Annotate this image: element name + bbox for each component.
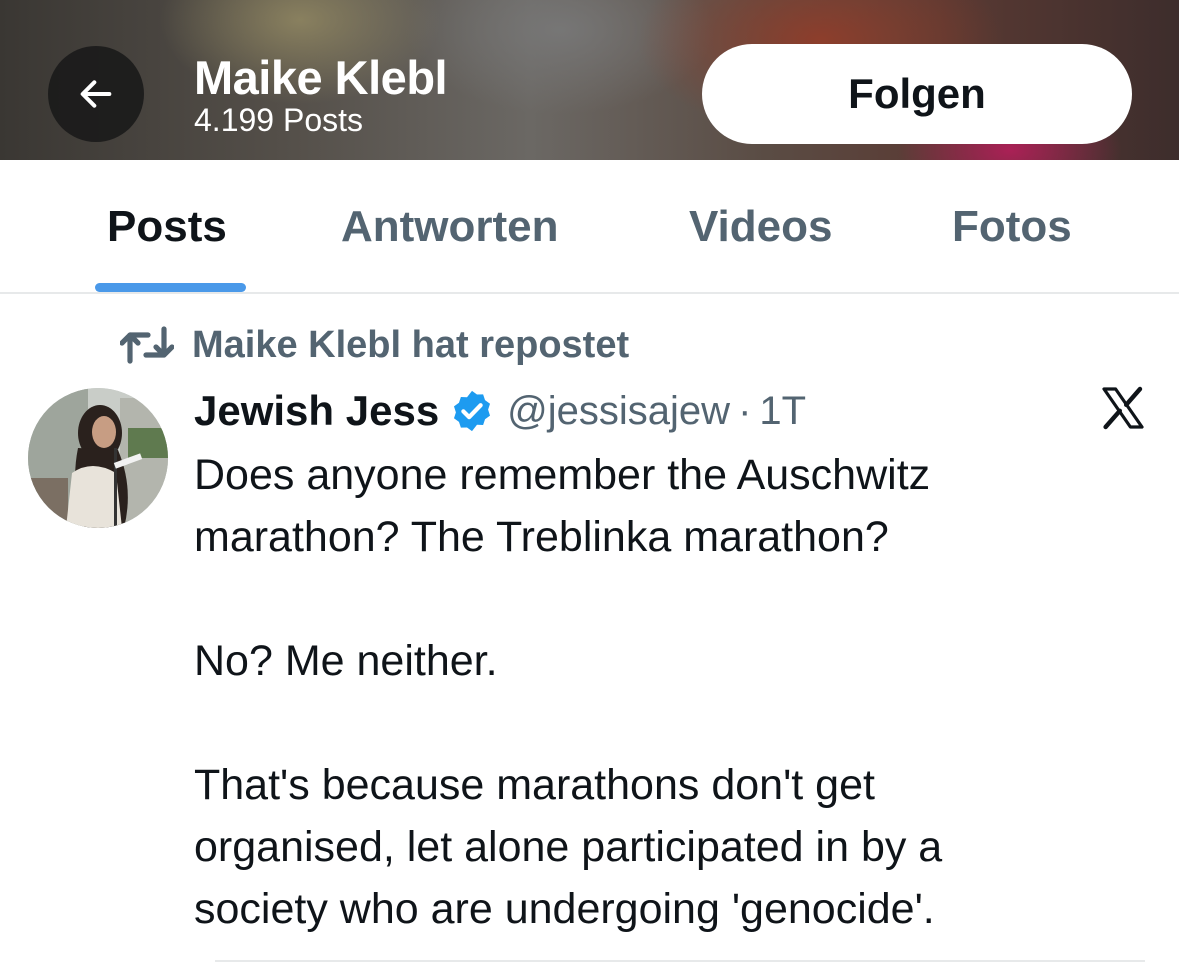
tab-fotos[interactable]: Fotos [952, 202, 1072, 252]
post-time[interactable]: 1T [759, 389, 806, 434]
tweet-text-line: society who are undergoing 'genocide'. [194, 885, 935, 933]
author-handle[interactable]: @jessisajew [507, 389, 730, 434]
repost-icon [120, 326, 174, 364]
tab-antworten[interactable]: Antworten [341, 202, 559, 252]
tweet-text-line: Does anyone remember the Auschwitz [194, 451, 931, 499]
media-divider [215, 960, 1145, 962]
verified-badge-icon [454, 390, 491, 432]
profile-header-banner: Maike Klebl 4.199 Posts Folgen [0, 0, 1179, 160]
repost-context: Maike Klebl hat repostet [120, 322, 629, 368]
tweet-header: Jewish Jess @jessisajew · 1T [194, 386, 806, 436]
tweet-text-line: marathon? The Treblinka marathon? [194, 513, 889, 561]
avatar-photo [28, 388, 168, 528]
back-button[interactable] [48, 46, 144, 142]
tweet-text-line: That's because marathons don't get [194, 761, 875, 809]
profile-tabs: Posts Antworten Videos Fotos [0, 160, 1179, 294]
arrow-left-icon [80, 80, 112, 108]
author-avatar[interactable] [28, 388, 168, 528]
follow-button[interactable]: Folgen [702, 44, 1132, 144]
post-count: 4.199 Posts [194, 102, 363, 138]
profile-name: Maike Klebl [194, 51, 448, 104]
tweet-text-line: No? Me neither. [194, 637, 498, 685]
active-tab-indicator [95, 283, 246, 292]
x-logo-icon [1102, 386, 1144, 430]
tab-videos[interactable]: Videos [689, 202, 832, 252]
tweet-text-line: organised, let alone participated in by … [194, 823, 943, 871]
meta-separator: · [738, 388, 752, 433]
author-name[interactable]: Jewish Jess [194, 387, 439, 435]
repost-label: Maike Klebl hat repostet [192, 323, 630, 366]
tab-posts[interactable]: Posts [107, 202, 227, 252]
